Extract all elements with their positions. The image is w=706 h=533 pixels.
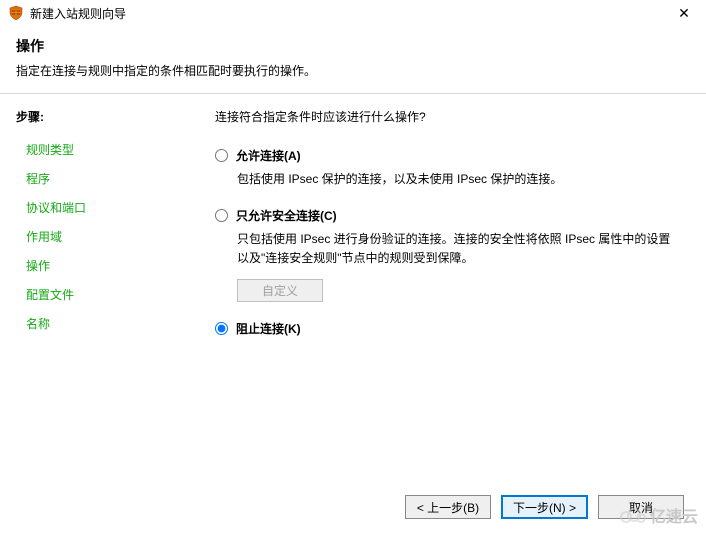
- step-name[interactable]: 名称: [16, 309, 185, 338]
- customize-button: 自定义: [237, 279, 323, 302]
- cancel-button[interactable]: 取消: [598, 495, 684, 519]
- option-allow: 允许连接(A) 包括使用 IPsec 保护的连接，以及未使用 IPsec 保护的…: [215, 147, 676, 189]
- wizard-footer: < 上一步(B) 下一步(N) > 取消: [405, 495, 684, 519]
- radio-secure[interactable]: [215, 209, 228, 222]
- step-program[interactable]: 程序: [16, 164, 185, 193]
- titlebar: 新建入站规则向导 ✕: [0, 0, 706, 26]
- step-action[interactable]: 操作: [16, 251, 185, 280]
- step-scope[interactable]: 作用域: [16, 222, 185, 251]
- steps-label: 步骤:: [16, 108, 185, 125]
- steps-sidebar: 步骤: 规则类型 程序 协议和端口 作用域 操作 配置文件 名称: [0, 94, 185, 495]
- next-button[interactable]: 下一步(N) >: [501, 495, 588, 519]
- label-allow[interactable]: 允许连接(A): [236, 147, 301, 164]
- desc-secure: 只包括使用 IPsec 进行身份验证的连接。连接的安全性将依照 IPsec 属性…: [237, 230, 676, 268]
- wizard-header: 操作 指定在连接与规则中指定的条件相匹配时要执行的操作。: [0, 26, 706, 94]
- radio-block[interactable]: [215, 322, 228, 335]
- step-rule-type[interactable]: 规则类型: [16, 135, 185, 164]
- radio-allow[interactable]: [215, 149, 228, 162]
- back-button[interactable]: < 上一步(B): [405, 495, 491, 519]
- step-profile[interactable]: 配置文件: [16, 280, 185, 309]
- window-title: 新建入站规则向导: [30, 5, 670, 22]
- action-question: 连接符合指定条件时应该进行什么操作?: [215, 108, 676, 125]
- label-secure[interactable]: 只允许安全连接(C): [236, 207, 337, 224]
- page-title: 操作: [16, 36, 690, 56]
- close-button[interactable]: ✕: [670, 3, 698, 23]
- option-secure: 只允许安全连接(C) 只包括使用 IPsec 进行身份验证的连接。连接的安全性将…: [215, 207, 676, 301]
- firewall-icon: [8, 5, 24, 21]
- option-block: 阻止连接(K): [215, 320, 676, 337]
- page-subtitle: 指定在连接与规则中指定的条件相匹配时要执行的操作。: [16, 62, 690, 79]
- wizard-main: 连接符合指定条件时应该进行什么操作? 允许连接(A) 包括使用 IPsec 保护…: [185, 94, 706, 495]
- desc-allow: 包括使用 IPsec 保护的连接，以及未使用 IPsec 保护的连接。: [237, 170, 676, 189]
- label-block[interactable]: 阻止连接(K): [236, 320, 301, 337]
- step-protocol-port[interactable]: 协议和端口: [16, 193, 185, 222]
